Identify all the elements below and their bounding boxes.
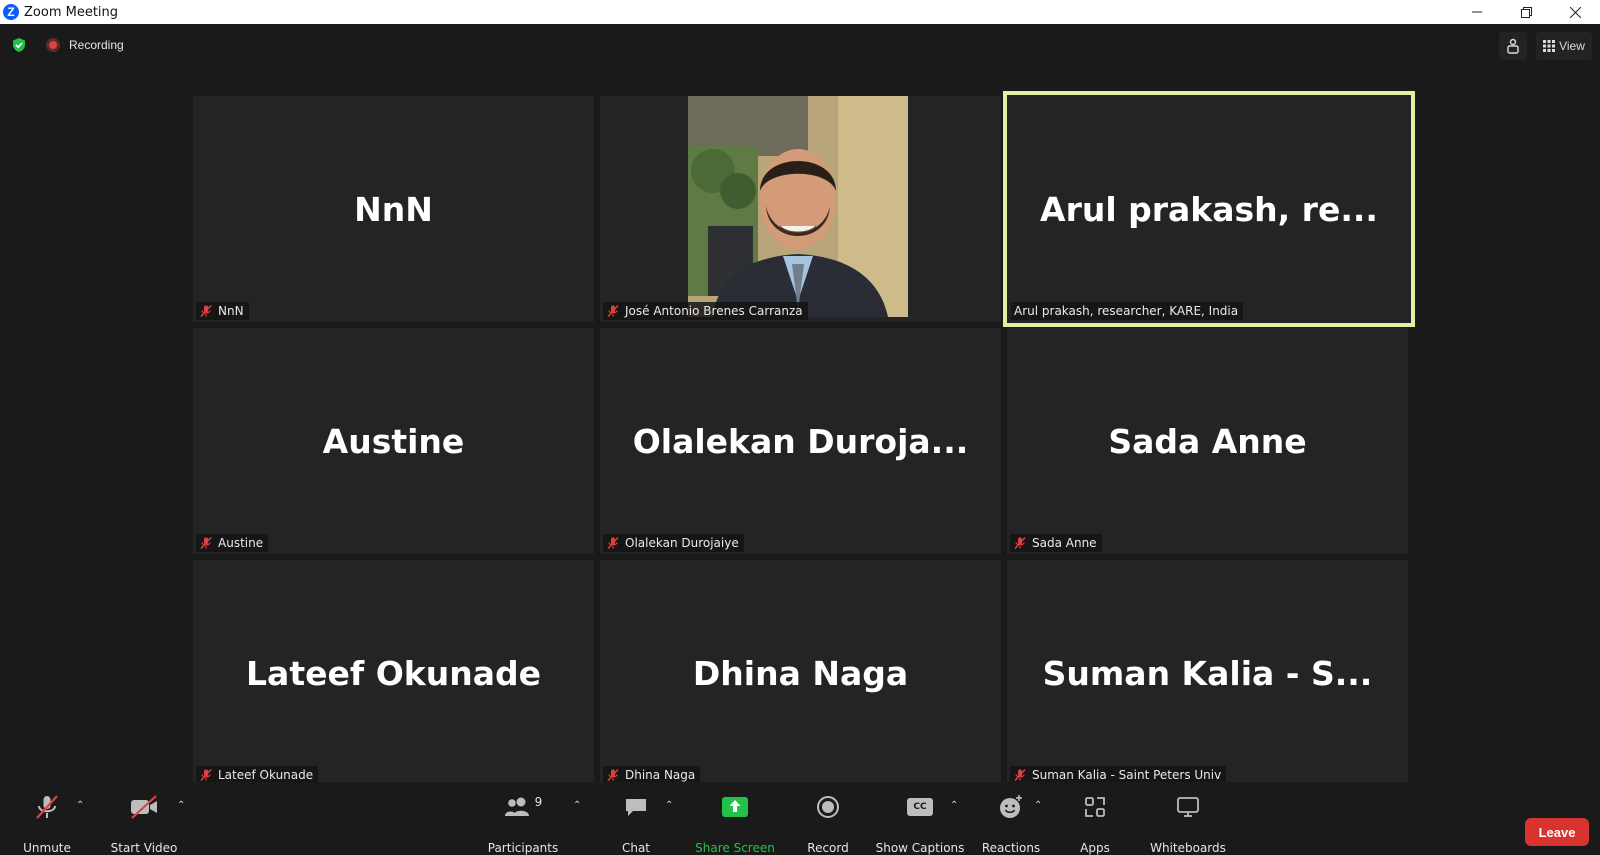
participant-display-name: Arul prakash, re...	[1040, 190, 1378, 229]
participant-name-label: Olalekan Durojaiye	[603, 534, 744, 552]
participant-name-label: Sada Anne	[1010, 534, 1102, 552]
participant-tile[interactable]: José Antonio Brenes Carranza	[600, 96, 1001, 322]
participant-label-text: Dhina Naga	[625, 768, 696, 782]
participant-tile-active-speaker[interactable]: Arul prakash, re... Arul prakash, resear…	[1003, 91, 1415, 327]
record-button[interactable]: Record	[800, 782, 856, 855]
captions-options-caret-icon[interactable]: ⌃	[950, 800, 958, 811]
close-icon	[1569, 6, 1581, 18]
participant-label-text: José Antonio Brenes Carranza	[625, 304, 803, 318]
leave-button[interactable]: Leave	[1525, 818, 1589, 846]
participant-display-name: Olalekan Duroja...	[632, 422, 969, 461]
participant-label-text: Sada Anne	[1032, 536, 1097, 550]
participants-count-badge: 9	[534, 795, 543, 809]
participant-name-label: Arul prakash, researcher, KARE, India	[1011, 302, 1244, 320]
participant-display-name: NnN	[354, 190, 433, 229]
participant-label-text: Arul prakash, researcher, KARE, India	[1014, 304, 1239, 318]
grid-view-icon	[1543, 40, 1556, 52]
zoom-logo-icon: Z	[3, 4, 19, 20]
participant-display-name: Suman Kalia - S...	[1042, 654, 1373, 693]
participant-tile[interactable]: Lateef Okunade Lateef Okunade	[193, 560, 594, 786]
muted-microphone-icon	[36, 795, 58, 819]
participant-video-feed	[688, 96, 908, 317]
chat-bubble-icon	[626, 799, 646, 816]
chat-button[interactable]: Chat	[608, 782, 664, 855]
reactions-options-caret-icon[interactable]: ⌃	[1034, 800, 1042, 811]
close-button[interactable]	[1552, 0, 1598, 24]
view-button[interactable]: View	[1536, 32, 1592, 60]
participant-tile[interactable]: Dhina Naga Dhina Naga	[600, 560, 1001, 786]
participant-label-text: NnN	[218, 304, 244, 318]
participants-icon	[504, 797, 529, 816]
minimize-icon	[1472, 11, 1482, 13]
recording-indicator-icon[interactable]	[46, 38, 60, 52]
participant-label-text: Suman Kalia - Saint Peters Univ	[1032, 768, 1222, 782]
participant-tile[interactable]: NnN NnN	[193, 96, 594, 322]
muted-mic-icon	[200, 769, 212, 781]
share-screen-label: Share Screen	[695, 841, 775, 855]
participants-label: Participants	[487, 841, 559, 855]
participant-display-name: Austine	[322, 422, 465, 461]
muted-mic-icon	[1014, 769, 1026, 781]
encryption-shield-icon[interactable]	[11, 37, 27, 53]
unmute-button[interactable]: Unmute	[14, 782, 80, 855]
apps-button[interactable]: Apps	[1070, 782, 1120, 855]
participant-label-text: Olalekan Durojaiye	[625, 536, 739, 550]
show-captions-label: Show Captions	[875, 841, 965, 855]
participants-button[interactable]: 9 Participants	[484, 782, 562, 855]
view-label: View	[1559, 39, 1585, 53]
record-label: Record	[807, 841, 849, 855]
share-screen-button[interactable]: Share Screen	[690, 782, 780, 855]
window-titlebar: Z Zoom Meeting	[0, 0, 1600, 24]
participant-tile[interactable]: Sada Anne Sada Anne	[1007, 328, 1408, 554]
audio-options-caret-icon[interactable]: ⌃	[76, 800, 84, 811]
restore-button[interactable]	[1503, 0, 1549, 24]
chat-label: Chat	[621, 841, 651, 855]
whiteboard-icon	[1177, 797, 1199, 817]
minimize-button[interactable]	[1454, 0, 1500, 24]
participants-options-caret-icon[interactable]: ⌃	[573, 800, 581, 811]
muted-mic-icon	[200, 537, 212, 549]
participant-display-name: Sada Anne	[1108, 422, 1307, 461]
muted-mic-icon	[607, 537, 619, 549]
person-frame-icon	[1507, 38, 1519, 54]
participant-tile[interactable]: Suman Kalia - S... Suman Kalia - Saint P…	[1007, 560, 1408, 786]
reactions-button[interactable]: Reactions	[978, 782, 1044, 855]
immersive-view-button[interactable]	[1499, 32, 1527, 60]
closed-captions-icon: CC	[907, 798, 933, 816]
participant-label-text: Lateef Okunade	[218, 768, 314, 782]
participant-tile[interactable]: Olalekan Duroja... Olalekan Durojaiye	[600, 328, 1001, 554]
video-off-icon	[131, 795, 157, 819]
unmute-label: Unmute	[23, 841, 71, 855]
reactions-label: Reactions	[981, 841, 1041, 855]
muted-mic-icon	[1014, 537, 1026, 549]
apps-label: Apps	[1080, 841, 1110, 855]
meeting-controls-toolbar: Unmute ⌃ Start Video ⌃ 9 Participants ⌃ …	[0, 782, 1600, 855]
participant-label-text: Austine	[218, 536, 264, 550]
participant-name-label: José Antonio Brenes Carranza	[603, 302, 808, 320]
chat-options-caret-icon[interactable]: ⌃	[665, 800, 673, 811]
window-title: Zoom Meeting	[24, 4, 119, 20]
whiteboards-label: Whiteboards	[1150, 841, 1226, 855]
participant-name-label: Austine	[196, 534, 269, 552]
apps-icon	[1085, 797, 1105, 817]
muted-mic-icon	[607, 769, 619, 781]
participant-display-name: Dhina Naga	[692, 654, 909, 693]
start-video-button[interactable]: Start Video	[104, 782, 184, 855]
share-screen-icon	[722, 797, 748, 817]
record-icon	[817, 796, 839, 818]
meeting-top-bar: Recording View	[0, 24, 1600, 66]
start-video-label: Start Video	[110, 841, 178, 855]
recording-label: Recording	[69, 38, 124, 52]
participant-tile[interactable]: Austine Austine	[193, 328, 594, 554]
muted-mic-icon	[607, 305, 619, 317]
participant-name-label: NnN	[196, 302, 249, 320]
video-options-caret-icon[interactable]: ⌃	[177, 800, 185, 811]
show-captions-button[interactable]: CC Show Captions	[874, 782, 966, 855]
reactions-smiley-icon	[1000, 795, 1022, 818]
participant-display-name: Lateef Okunade	[246, 654, 541, 693]
whiteboards-button[interactable]: Whiteboards	[1148, 782, 1228, 855]
restore-icon	[1520, 6, 1532, 18]
muted-mic-icon	[200, 305, 212, 317]
